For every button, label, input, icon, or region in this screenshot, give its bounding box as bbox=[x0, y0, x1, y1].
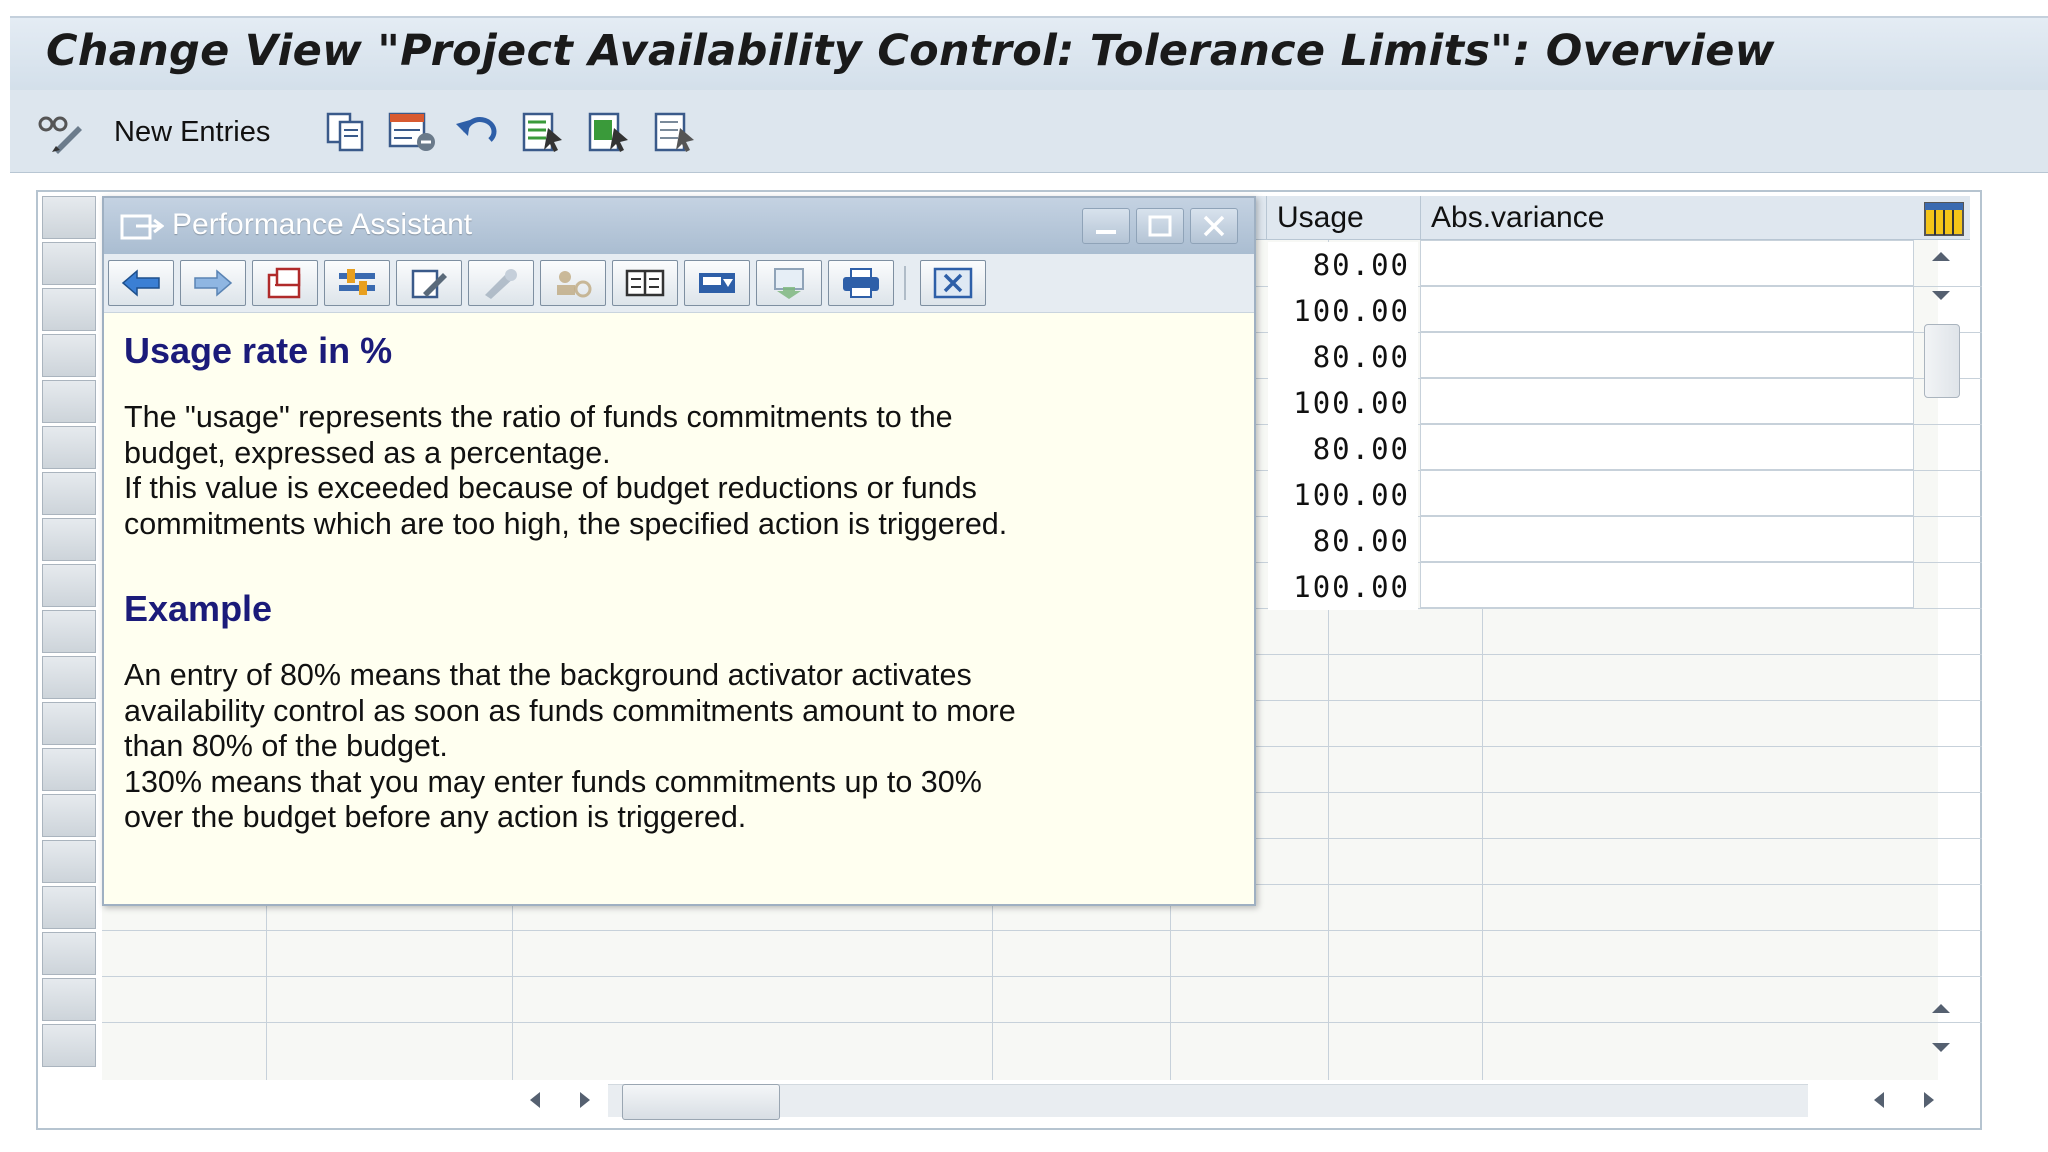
close-icon bbox=[1203, 215, 1225, 237]
page-down-icon[interactable] bbox=[1926, 1036, 1956, 1060]
title-bar: Change View "Project Availability Contro… bbox=[10, 16, 2048, 92]
horizontal-scroll-thumb[interactable] bbox=[622, 1084, 780, 1120]
help-paragraph-example: An entry of 80% means that the backgroun… bbox=[124, 658, 1016, 834]
column-header-abs-variance-label: Abs.variance bbox=[1431, 201, 1605, 234]
row-selector[interactable] bbox=[42, 610, 96, 653]
settings-icon[interactable] bbox=[324, 260, 390, 306]
maximize-button[interactable] bbox=[1136, 208, 1184, 244]
column-configuration-icon[interactable] bbox=[1924, 202, 1964, 236]
select-all-icon[interactable] bbox=[518, 110, 566, 154]
window-icon bbox=[120, 212, 165, 247]
technical-info-icon[interactable] bbox=[252, 260, 318, 306]
toolbar-separator bbox=[904, 266, 906, 300]
display-change-icon[interactable] bbox=[34, 110, 84, 154]
scroll-right-end-icon[interactable] bbox=[1914, 1088, 1944, 1112]
row-selector[interactable] bbox=[42, 518, 96, 561]
undo-icon[interactable] bbox=[452, 110, 502, 154]
scroll-down-icon[interactable] bbox=[1926, 284, 1956, 308]
export-icon[interactable] bbox=[756, 260, 822, 306]
row-selector[interactable] bbox=[42, 794, 96, 837]
row-selector[interactable] bbox=[42, 932, 96, 975]
abs-variance-cell[interactable] bbox=[1420, 286, 1914, 332]
usage-cell[interactable]: 100.00 bbox=[1268, 564, 1418, 610]
column-header-usage[interactable]: Usage bbox=[1266, 196, 1420, 240]
row-selector[interactable] bbox=[42, 334, 96, 377]
book-icon[interactable] bbox=[612, 260, 678, 306]
row-selector[interactable] bbox=[42, 702, 96, 745]
scroll-right-icon[interactable] bbox=[570, 1088, 600, 1112]
usage-cell[interactable]: 80.00 bbox=[1268, 426, 1418, 472]
row-selector[interactable] bbox=[42, 886, 96, 929]
abs-variance-cell[interactable] bbox=[1420, 240, 1914, 286]
column-header-usage-label: Usage bbox=[1277, 201, 1364, 234]
help-heading-usage-rate: Usage rate in % bbox=[124, 330, 393, 371]
abs-variance-cell[interactable] bbox=[1420, 332, 1914, 378]
usage-cell[interactable]: 80.00 bbox=[1268, 334, 1418, 380]
scroll-left-end-icon[interactable] bbox=[1864, 1088, 1894, 1112]
copy-icon[interactable] bbox=[322, 110, 370, 154]
delete-icon[interactable] bbox=[386, 110, 438, 154]
vertical-scroll-thumb[interactable] bbox=[1924, 324, 1960, 398]
horizontal-scroll-track[interactable] bbox=[608, 1084, 1808, 1117]
abs-variance-cell[interactable] bbox=[1420, 378, 1914, 424]
horizontal-scrollbar[interactable] bbox=[468, 1080, 1948, 1120]
application-toolbar: New Entries bbox=[10, 90, 2048, 173]
maximize-icon bbox=[1148, 215, 1172, 237]
tool-icon[interactable] bbox=[468, 260, 534, 306]
abs-variance-cell[interactable] bbox=[1420, 424, 1914, 470]
back-icon[interactable] bbox=[108, 260, 174, 306]
row-selector[interactable] bbox=[42, 748, 96, 791]
page-title: Change View "Project Availability Contro… bbox=[46, 26, 1775, 76]
deselect-all-icon[interactable] bbox=[650, 110, 698, 154]
usage-cell[interactable]: 80.00 bbox=[1268, 518, 1418, 564]
scroll-up-icon[interactable] bbox=[1926, 244, 1956, 268]
close-window-button[interactable] bbox=[1190, 208, 1238, 244]
vertical-scrollbar[interactable] bbox=[1916, 240, 1966, 1060]
usage-cell[interactable]: 100.00 bbox=[1268, 288, 1418, 334]
users-icon[interactable] bbox=[540, 260, 606, 306]
new-entries-label: New Entries bbox=[114, 115, 271, 148]
abs-variance-cell[interactable] bbox=[1420, 562, 1914, 608]
row-selector[interactable] bbox=[42, 472, 96, 515]
row-selector[interactable] bbox=[42, 840, 96, 883]
minimize-icon bbox=[1096, 230, 1116, 234]
row-selector-column bbox=[42, 196, 98, 1080]
assistant-title-bar[interactable]: Performance Assistant bbox=[104, 198, 1254, 254]
usage-cell[interactable]: 100.00 bbox=[1268, 472, 1418, 518]
forward-icon[interactable] bbox=[180, 260, 246, 306]
select-block-icon[interactable] bbox=[584, 110, 632, 154]
usage-cell[interactable]: 80.00 bbox=[1268, 242, 1418, 288]
abs-variance-cell[interactable] bbox=[1420, 470, 1914, 516]
row-selector[interactable] bbox=[42, 1024, 96, 1067]
scroll-left-icon[interactable] bbox=[520, 1088, 550, 1112]
row-selector[interactable] bbox=[42, 380, 96, 423]
usage-cell[interactable]: 100.00 bbox=[1268, 380, 1418, 426]
column-header-abs-variance[interactable]: Abs.variance bbox=[1420, 196, 1914, 240]
document-icon[interactable] bbox=[684, 260, 750, 306]
assistant-title: Performance Assistant bbox=[172, 208, 473, 241]
close-icon[interactable] bbox=[920, 260, 986, 306]
row-selector-header[interactable] bbox=[42, 196, 96, 239]
page-up-icon[interactable] bbox=[1926, 996, 1956, 1020]
assistant-toolbar bbox=[104, 254, 1254, 313]
abs-variance-cell[interactable] bbox=[1420, 516, 1914, 562]
minimize-button[interactable] bbox=[1082, 208, 1130, 244]
row-selector[interactable] bbox=[42, 656, 96, 699]
help-heading-example: Example bbox=[124, 588, 273, 629]
row-selector[interactable] bbox=[42, 288, 96, 331]
row-selector[interactable] bbox=[42, 564, 96, 607]
row-selector[interactable] bbox=[42, 242, 96, 285]
help-paragraph-usage: The "usage" represents the ratio of fund… bbox=[124, 400, 1008, 541]
print-icon[interactable] bbox=[828, 260, 894, 306]
new-entries-button[interactable]: New Entries bbox=[114, 110, 270, 154]
edit-icon[interactable] bbox=[396, 260, 462, 306]
row-selector[interactable] bbox=[42, 978, 96, 1021]
row-selector[interactable] bbox=[42, 426, 96, 469]
performance-assistant-window: Performance Assistant Usage rate in % Th… bbox=[102, 196, 1256, 906]
